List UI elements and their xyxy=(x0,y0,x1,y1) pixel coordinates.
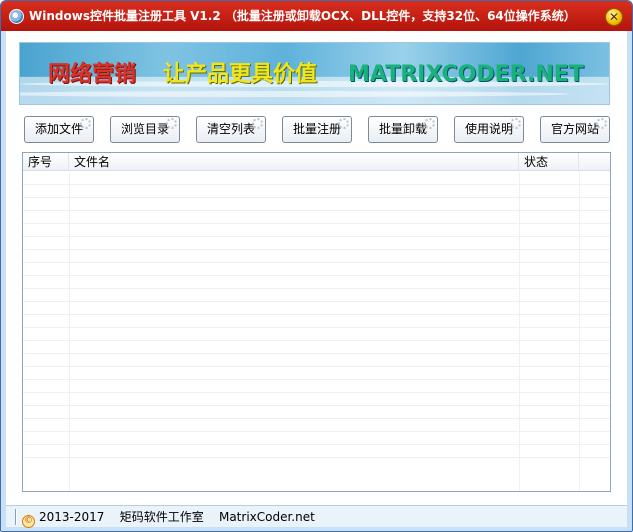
copyright-years: 2013-2017 xyxy=(39,510,105,524)
table-row[interactable] xyxy=(23,393,610,406)
table-row[interactable] xyxy=(23,341,610,354)
banner-slogan-1: 网络营销 xyxy=(48,62,137,87)
table-row[interactable] xyxy=(23,367,610,380)
table-row[interactable] xyxy=(23,250,610,263)
gear-icon xyxy=(596,118,607,129)
table-row[interactable] xyxy=(23,354,610,367)
table-row[interactable] xyxy=(23,185,610,198)
clear-list-label: 清空列表 xyxy=(206,122,255,136)
status-bar: © 2013-2017 矩码软件工作室 MatrixCoder.net xyxy=(6,505,627,528)
add-file-button[interactable]: 添加文件 xyxy=(24,116,94,143)
add-file-label: 添加文件 xyxy=(34,122,83,136)
column-header-status[interactable]: 状态 xyxy=(519,153,579,171)
banner-site-name: MATRIXCODER.NET xyxy=(348,62,584,87)
gear-icon xyxy=(510,118,521,129)
close-button[interactable]: ✕ xyxy=(605,8,623,26)
gear-icon xyxy=(424,118,435,129)
table-row[interactable] xyxy=(23,237,610,250)
list-rows xyxy=(23,172,610,458)
client-area: 网络营销 让产品更具价值 MATRIXCODER.NET 添加文件 浏览目录 清… xyxy=(6,31,627,527)
official-site-button[interactable]: 官方网站 xyxy=(540,116,610,143)
table-row[interactable] xyxy=(23,419,610,432)
batch-register-button[interactable]: 批量注册 xyxy=(282,116,352,143)
table-row[interactable] xyxy=(23,328,610,341)
batch-unregister-button[interactable]: 批量卸载 xyxy=(368,116,438,143)
title-bar[interactable]: Windows控件批量注册工具 V1.2 （批量注册或卸载OCX、DLL控件，支… xyxy=(1,1,632,31)
batch-register-label: 批量注册 xyxy=(292,122,341,136)
gear-icon xyxy=(252,118,263,129)
browse-folder-label: 浏览目录 xyxy=(120,122,169,136)
table-row[interactable] xyxy=(23,198,610,211)
table-row[interactable] xyxy=(23,432,610,445)
table-row[interactable] xyxy=(23,406,610,419)
batch-unregister-label: 批量卸载 xyxy=(378,122,427,136)
window-title: Windows控件批量注册工具 V1.2 （批量注册或卸载OCX、DLL控件，支… xyxy=(29,9,576,23)
table-row[interactable] xyxy=(23,276,610,289)
studio-website[interactable]: MatrixCoder.net xyxy=(219,510,315,524)
app-window: Windows控件批量注册工具 V1.2 （批量注册或卸载OCX、DLL控件，支… xyxy=(0,0,633,532)
browse-folder-button[interactable]: 浏览目录 xyxy=(110,116,180,143)
table-row[interactable] xyxy=(23,172,610,185)
banner-slogan-2: 让产品更具价值 xyxy=(163,62,318,87)
table-row[interactable] xyxy=(23,315,610,328)
official-site-label: 官方网站 xyxy=(550,122,599,136)
table-row[interactable] xyxy=(23,289,610,302)
table-row[interactable] xyxy=(23,380,610,393)
gear-icon xyxy=(166,118,177,129)
column-header-index[interactable]: 序号 xyxy=(23,153,69,171)
table-row[interactable] xyxy=(23,211,610,224)
gear-icon xyxy=(80,118,91,129)
ad-banner[interactable]: 网络营销 让产品更具价值 MATRIXCODER.NET xyxy=(19,42,610,105)
file-list[interactable]: 序号 文件名 状态 xyxy=(22,152,611,492)
status-text: © 2013-2017 矩码软件工作室 MatrixCoder.net xyxy=(22,509,315,528)
table-row[interactable] xyxy=(23,302,610,315)
list-header: 序号 文件名 状态 xyxy=(23,153,610,171)
help-label: 使用说明 xyxy=(464,122,513,136)
table-row[interactable] xyxy=(23,263,610,276)
table-row[interactable] xyxy=(23,224,610,237)
status-separator xyxy=(15,509,17,525)
gear-icon xyxy=(338,118,349,129)
clear-list-button[interactable]: 清空列表 xyxy=(196,116,266,143)
column-header-filename[interactable]: 文件名 xyxy=(69,153,519,171)
table-row[interactable] xyxy=(23,445,610,458)
help-button[interactable]: 使用说明 xyxy=(454,116,524,143)
studio-name: 矩码软件工作室 xyxy=(119,510,204,524)
column-header-blank[interactable] xyxy=(579,153,610,171)
app-gear-icon xyxy=(9,9,24,24)
banner-wave xyxy=(20,91,569,97)
copyright-icon: © xyxy=(22,515,35,528)
